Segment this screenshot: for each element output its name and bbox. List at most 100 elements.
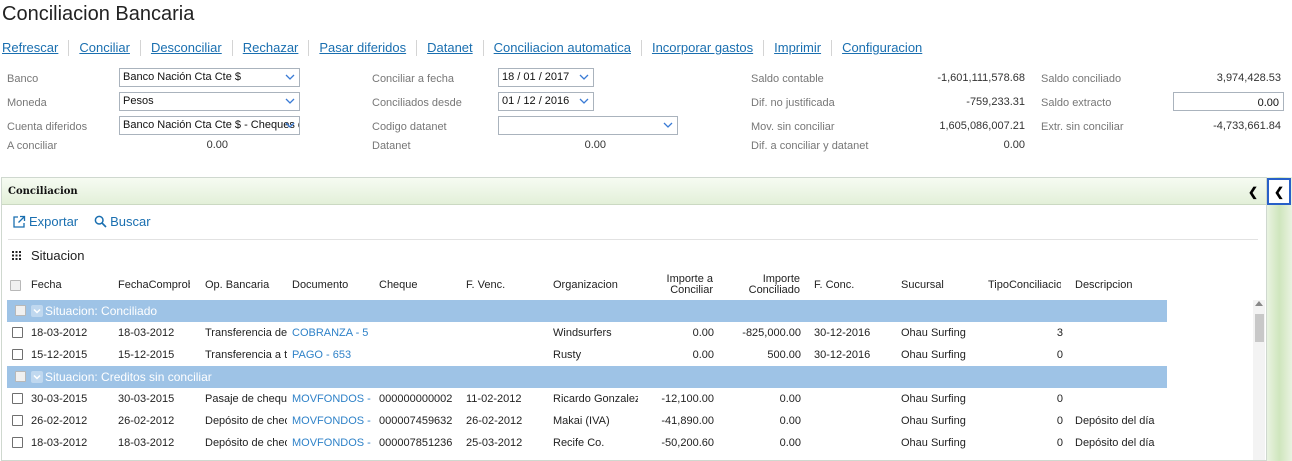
refrescar-button[interactable]: Refrescar (0, 40, 68, 56)
saldo-extracto-input[interactable] (1173, 92, 1284, 111)
banco-label: Banco (7, 73, 39, 85)
conciliar-button[interactable]: Conciliar (68, 40, 140, 56)
exportar-label: Exportar (29, 214, 79, 229)
cell-descripcion (1075, 322, 1160, 344)
cell-f-conc (814, 410, 894, 432)
cell-fecha: 30-03-2015 (31, 393, 88, 405)
conciliacion-automatica-button[interactable]: Conciliacion automatica (482, 40, 641, 56)
cell-importe-a-conciliar: -50,200.60 (661, 437, 714, 449)
select-all-checkbox[interactable] (10, 280, 21, 291)
rechazar-button[interactable]: Rechazar (231, 40, 309, 56)
saldo-contable-value: -1,601,111,578.68 (937, 72, 1025, 84)
col-importe-conciliado[interactable]: Importe Conciliado (729, 271, 800, 299)
cell-sucursal: Ohau Surfing (901, 349, 966, 361)
incorporar-gastos-button[interactable]: Incorporar gastos (640, 40, 763, 56)
chevron-down-icon[interactable] (31, 371, 43, 383)
extr-sin-conciliar-label: Extr. sin conciliar (1041, 121, 1124, 133)
banco-select[interactable]: Banco Nación Cta Cte $ (119, 68, 300, 87)
desconciliar-button[interactable]: Desconciliar (139, 40, 232, 56)
col-f-venc[interactable]: F. Venc. (466, 271, 546, 299)
col-fecha[interactable]: Fecha (31, 271, 111, 299)
cell-importe-a-conciliar: -41,890.00 (661, 415, 714, 427)
col-tipo-conciliacion[interactable]: TipoConciliacion (988, 271, 1061, 299)
cell-sucursal: Ohau Surfing (901, 415, 966, 427)
col-importe-a-conciliar[interactable]: Importe a Conciliar (642, 271, 713, 299)
dif-conciliar-datanet-value: 0.00 (1003, 139, 1025, 151)
group-row[interactable]: Situacion: Conciliado (7, 300, 1167, 322)
group-checkbox[interactable] (15, 371, 26, 382)
expand-side-panel-button[interactable]: ❮ (1267, 178, 1291, 205)
buscar-button[interactable]: Buscar (94, 214, 151, 229)
mov-sin-conciliar-value: 1,605,086,007.21 (939, 120, 1025, 132)
scrollbar-thumb[interactable] (1255, 314, 1264, 342)
cuenta-diferidos-value: Banco Nación Cta Cte $ - Cheques diferid… (123, 119, 299, 131)
cell-f-venc: 11-02-2012 (466, 393, 522, 405)
cell-importe-a-conciliar: 0.00 (692, 349, 714, 361)
table-row[interactable]: 26-02-2012 26-02-2012 Depósito de cheque… (7, 410, 1167, 432)
cell-documento-link[interactable]: COBRANZA - 5 (292, 322, 374, 344)
col-cheque[interactable]: Cheque (379, 271, 459, 299)
cell-cheque (379, 322, 459, 344)
cell-importe-conciliado: 0.00 (779, 415, 801, 427)
group-row[interactable]: Situacion: Creditos sin conciliar (7, 366, 1167, 388)
cell-importe-conciliado: -825,000.00 (742, 327, 801, 339)
collapse-panel-icon[interactable]: ❮ (1248, 185, 1258, 199)
col-fecha-comprobante[interactable]: FechaComprobante (118, 271, 190, 299)
col-descripcion[interactable]: Descripcion (1075, 271, 1160, 299)
cell-f-conc (814, 388, 894, 410)
row-checkbox[interactable] (12, 349, 23, 360)
chevron-down-icon[interactable] (31, 305, 43, 317)
table-row[interactable]: 18-03-2012 18-03-2012 Depósito de cheque… (7, 432, 1167, 454)
cell-op-bancaria: Pasaje de cheques (205, 393, 287, 405)
imprimir-button[interactable]: Imprimir (763, 40, 831, 56)
col-sucursal[interactable]: Sucursal (901, 271, 981, 299)
conciliar-a-fecha-picker[interactable]: 18 / 01 / 2017 (498, 68, 594, 87)
moneda-select[interactable]: Pesos (119, 92, 300, 111)
col-organizacion[interactable]: Organizacion (553, 271, 633, 299)
cell-tipo-conciliacion: 0 (1056, 349, 1063, 361)
cell-documento-link[interactable]: MOVFONDOS - 8 (292, 388, 374, 410)
table-row[interactable]: 15-12-2015 15-12-2015 Transferencia a te… (7, 344, 1167, 366)
cell-documento-link[interactable]: MOVFONDOS - 2 (292, 410, 374, 432)
cell-documento-link[interactable]: PAGO - 653 (292, 344, 374, 366)
grid-actions: Exportar Buscar (12, 214, 151, 229)
scroll-up-icon[interactable] (1255, 301, 1263, 306)
dif-no-justificada-label: Dif. no justificada (751, 97, 835, 109)
table-row[interactable]: 30-03-2015 30-03-2015 Pasaje de cheques … (7, 388, 1167, 410)
row-checkbox[interactable] (12, 415, 23, 426)
exportar-button[interactable]: Exportar (12, 214, 78, 229)
grid-scrollbar[interactable] (1253, 300, 1265, 460)
cell-documento-link[interactable]: MOVFONDOS - 3 (292, 432, 374, 454)
cell-op-bancaria: Depósito de cheques (205, 415, 287, 427)
row-checkbox[interactable] (12, 437, 23, 448)
cell-fecha-comprobante: 15-12-2015 (118, 349, 175, 361)
cell-tipo-conciliacion: 3 (1056, 327, 1063, 339)
col-f-conc[interactable]: F. Conc. (814, 271, 894, 299)
configuracion-button[interactable]: Configuracion (831, 40, 932, 56)
conciliados-desde-label: Conciliados desde (372, 97, 462, 109)
cuenta-diferidos-select[interactable]: Banco Nación Cta Cte $ - Cheques diferid… (119, 116, 300, 135)
row-checkbox[interactable] (12, 327, 23, 338)
group-label: Situacion: Creditos sin conciliar (45, 370, 212, 384)
a-conciliar-label: A conciliar (7, 140, 58, 152)
col-op-bancaria[interactable]: Op. Bancaria (205, 271, 285, 299)
codigo-datanet-select[interactable] (498, 116, 678, 135)
col-documento[interactable]: Documento (292, 271, 372, 299)
cell-fecha: 15-12-2015 (31, 349, 88, 361)
datanet-button[interactable]: Datanet (416, 40, 483, 56)
chevron-left-icon: ❮ (1273, 184, 1285, 199)
cell-fecha-comprobante: 26-02-2012 (118, 415, 175, 427)
pasar-diferidos-button[interactable]: Pasar diferidos (308, 40, 416, 56)
group-checkbox[interactable] (15, 305, 26, 316)
moneda-value: Pesos (123, 95, 154, 107)
conciliados-desde-picker[interactable]: 01 / 12 / 2016 (498, 92, 594, 111)
cell-fecha: 26-02-2012 (31, 415, 88, 427)
cell-cheque: 000007851236 (379, 437, 453, 449)
row-checkbox[interactable] (12, 393, 23, 404)
table-row[interactable]: 18-03-2012 18-03-2012 Transferencia de t… (7, 322, 1167, 344)
conciliacion-grid: Fecha FechaComprobante Op. Bancaria Docu… (2, 271, 1266, 461)
cell-cheque (379, 344, 459, 366)
cell-f-conc (814, 432, 894, 454)
cell-sucursal: Ohau Surfing (901, 393, 966, 405)
grid-dots-icon[interactable] (12, 251, 21, 260)
